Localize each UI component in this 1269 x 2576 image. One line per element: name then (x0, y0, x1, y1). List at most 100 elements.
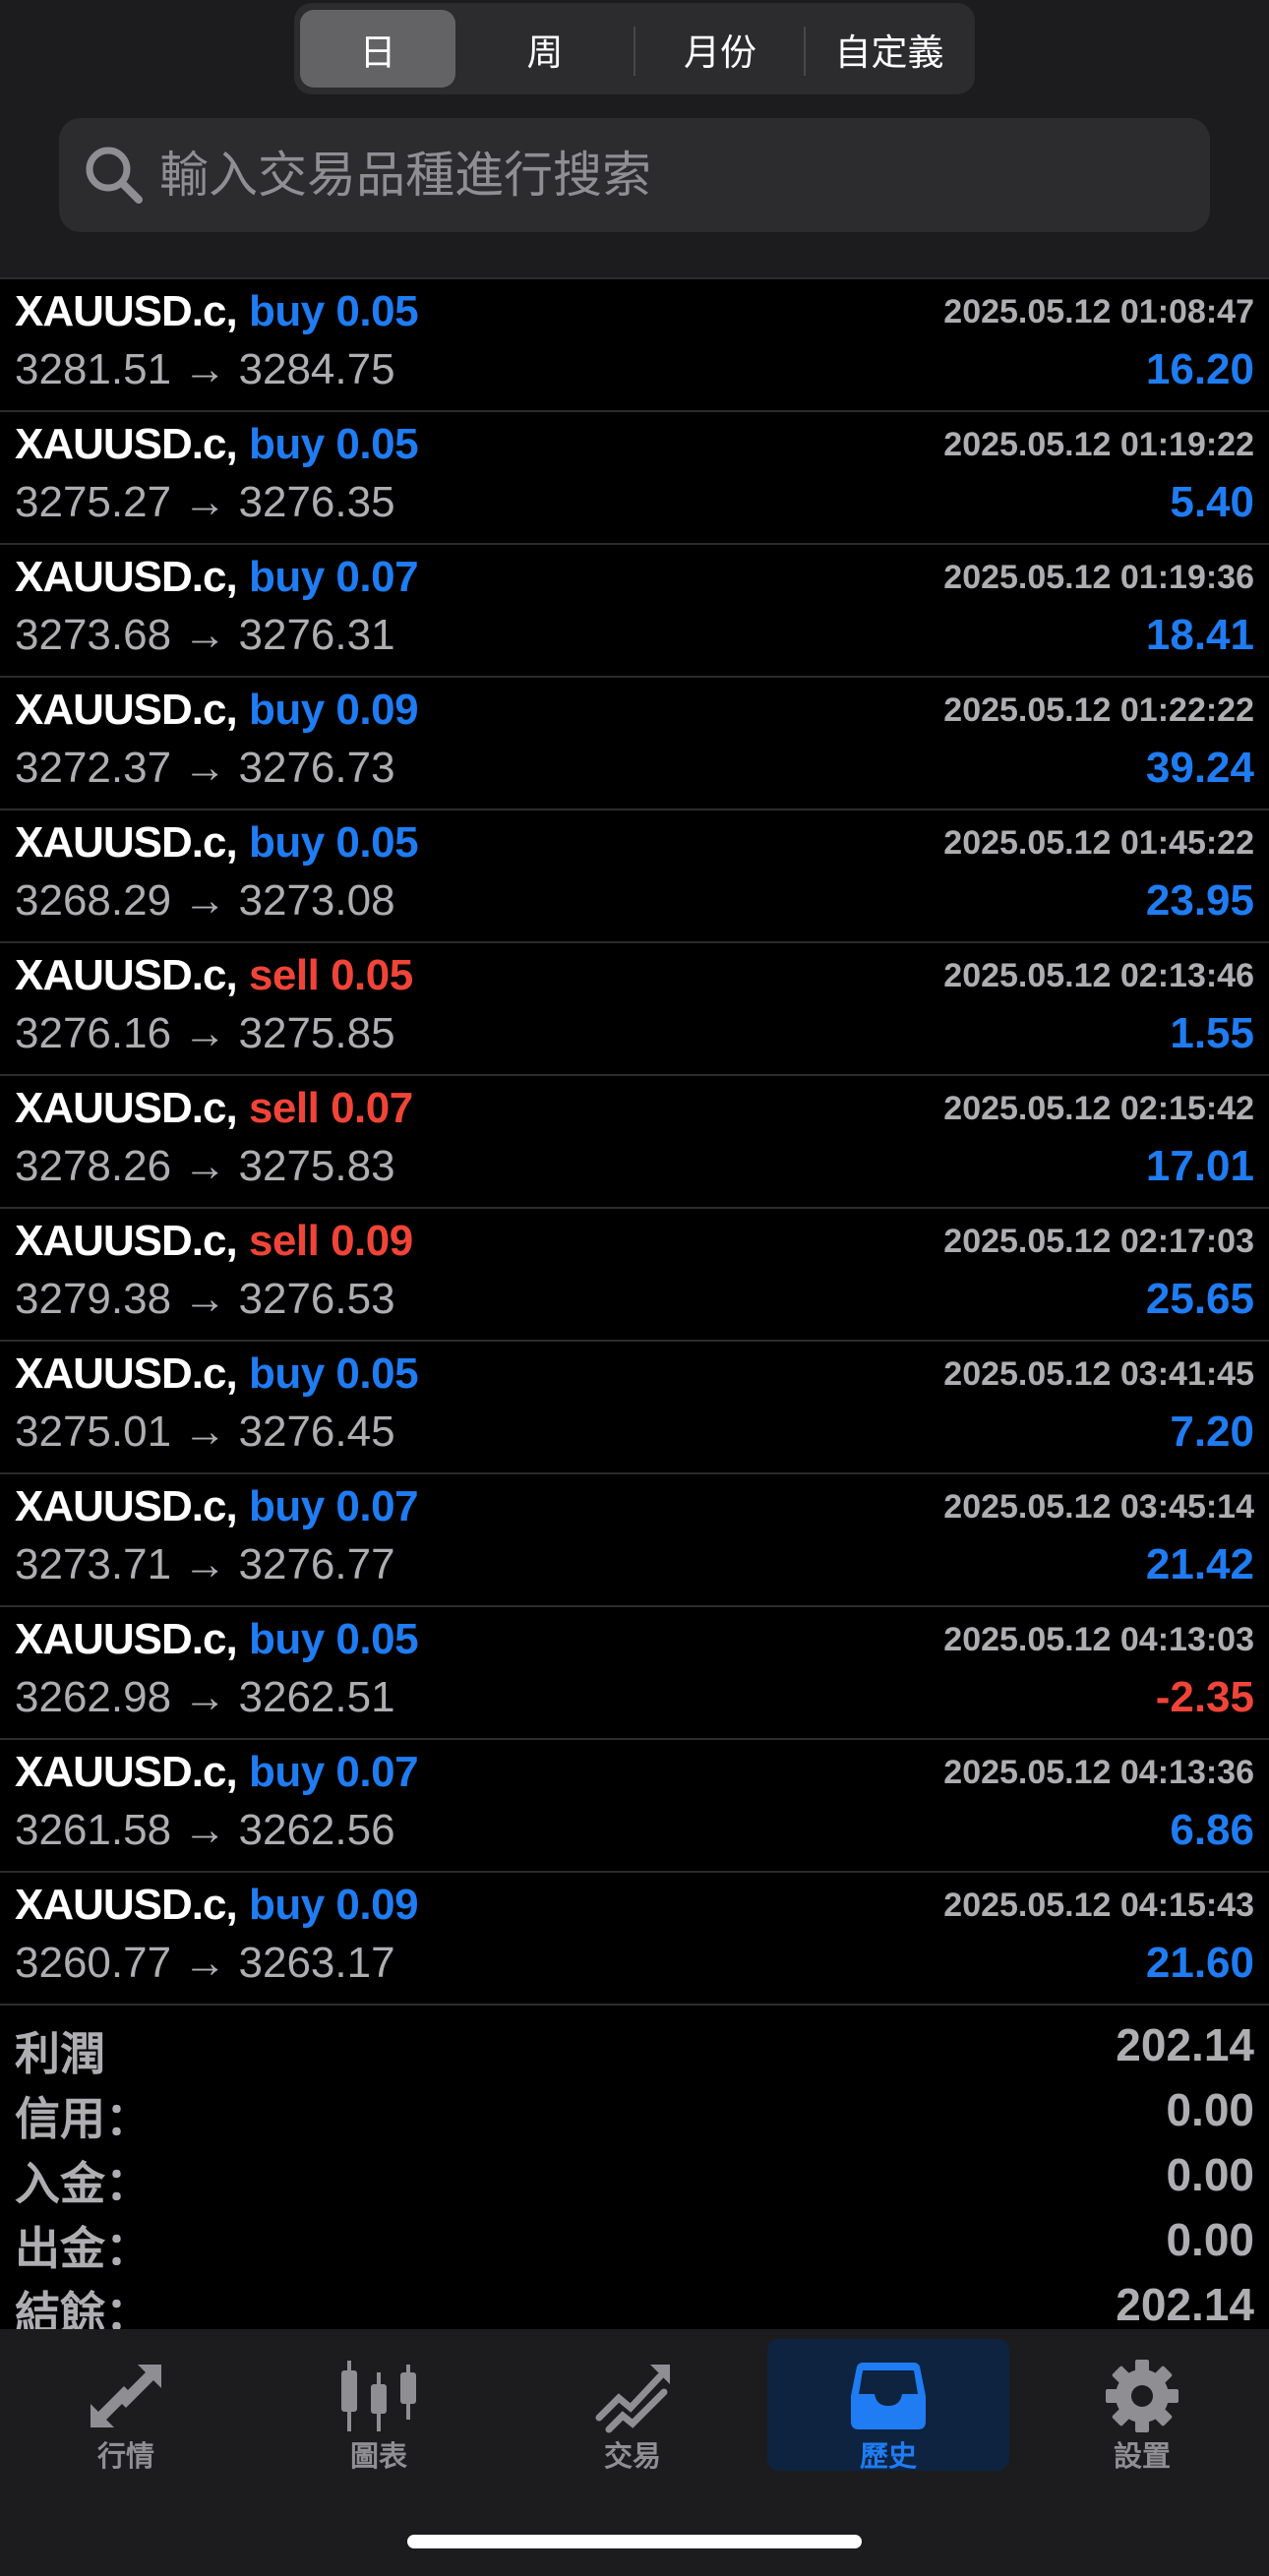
summary-label: 出金： (15, 2223, 151, 2274)
deal-time: 2025.05.12 02:17:03 (943, 1223, 1254, 1260)
deal-row[interactable]: XAUUSD.c, buy 0.07 2025.05.12 03:45:14 327… (0, 1472, 1269, 1605)
deal-row[interactable]: XAUUSD.c, sell 0.05 2025.05.12 02:13:46 32… (0, 941, 1269, 1074)
trade-trend-icon (595, 2365, 670, 2433)
tab-settings[interactable]: 設置 (1021, 2339, 1263, 2473)
deal-title: XAUUSD.c, buy 0.07 (15, 1482, 419, 1531)
deal-title: XAUUSD.c, buy 0.05 (15, 287, 419, 336)
deal-time: 2025.05.12 04:15:43 (943, 1887, 1254, 1924)
deal-time: 2025.05.12 03:41:45 (943, 1355, 1254, 1393)
deal-side-volume: sell 0.05 (248, 951, 413, 999)
deal-side-volume: sell 0.07 (248, 1084, 413, 1132)
deal-profit: 17.01 (1145, 1142, 1254, 1190)
deal-time: 2025.05.12 01:19:36 (943, 559, 1254, 596)
deal-symbol: XAUUSD.c, (15, 1615, 238, 1663)
deal-symbol: XAUUSD.c, (15, 287, 238, 335)
summary-value: 0.00 (1166, 2214, 1254, 2265)
deal-symbol: XAUUSD.c, (15, 1748, 238, 1796)
deal-row[interactable]: XAUUSD.c, sell 0.09 2025.05.12 02:17:03 32… (0, 1207, 1269, 1340)
deal-side-volume: sell 0.09 (248, 1217, 413, 1265)
search-input[interactable]: 輸入交易品種進行搜索 (59, 118, 1210, 232)
deal-profit: 7.20 (1170, 1408, 1254, 1456)
summary-label: 信用： (15, 2093, 151, 2144)
deal-row[interactable]: XAUUSD.c, buy 0.05 2025.05.12 04:13:03 326… (0, 1605, 1269, 1738)
deal-prices: 3261.58 → 3262.56 (15, 1806, 395, 1854)
deal-title: XAUUSD.c, buy 0.05 (15, 1349, 419, 1399)
deal-side-volume: buy 0.07 (248, 1748, 419, 1796)
tab-label-quotes: 行情 (96, 2441, 154, 2473)
summary-row: 利潤 202.14 (0, 2018, 1269, 2083)
deal-title: XAUUSD.c, buy 0.05 (15, 1615, 419, 1664)
deal-row[interactable]: XAUUSD.c, buy 0.07 2025.05.12 04:13:36 326… (0, 1738, 1269, 1871)
segment-divider (634, 27, 635, 76)
deal-symbol: XAUUSD.c, (15, 1349, 238, 1398)
deal-time: 2025.05.12 01:08:47 (943, 293, 1254, 330)
deal-side-volume: buy 0.05 (248, 1615, 419, 1663)
deal-prices: 3281.51 → 3284.75 (15, 345, 395, 393)
deal-prices: 3273.71 → 3276.77 (15, 1540, 395, 1588)
segment-divider (804, 27, 806, 76)
segment-month[interactable]: 月份 (638, 10, 802, 88)
deal-profit: 21.60 (1145, 1939, 1254, 1987)
home-indicator (407, 2535, 862, 2548)
search-icon (86, 147, 143, 204)
summary-label: 入金： (15, 2158, 151, 2209)
top-toolbar: 日 周 月份 自定義 輸入交易品種進行搜索 (0, 0, 1269, 277)
deal-side-volume: buy 0.05 (248, 818, 419, 867)
deal-time: 2025.05.12 03:45:14 (943, 1488, 1254, 1526)
deal-profit: 5.40 (1170, 478, 1254, 526)
deal-time: 2025.05.12 01:19:22 (943, 426, 1254, 463)
tab-label-charts: 圖表 (349, 2441, 407, 2473)
deal-row[interactable]: XAUUSD.c, buy 0.05 2025.05.12 01:45:22 326… (0, 809, 1269, 941)
history-inbox-icon (851, 2363, 926, 2429)
deal-title: XAUUSD.c, buy 0.07 (15, 553, 419, 602)
tab-trade[interactable]: 交易 (512, 2339, 754, 2473)
deal-time: 2025.05.12 02:15:42 (943, 1090, 1254, 1127)
deal-prices: 3273.68 → 3276.31 (15, 611, 395, 659)
deal-side-volume: buy 0.07 (248, 553, 419, 601)
deal-row[interactable]: XAUUSD.c, buy 0.05 2025.05.12 01:19:22 327… (0, 410, 1269, 543)
deal-row[interactable]: XAUUSD.c, buy 0.05 2025.05.12 03:41:45 327… (0, 1340, 1269, 1472)
deal-prices: 3276.16 → 3275.85 (15, 1009, 395, 1057)
deal-time: 2025.05.12 02:13:46 (943, 957, 1254, 994)
deal-profit: -2.35 (1155, 1673, 1254, 1721)
deal-symbol: XAUUSD.c, (15, 951, 238, 999)
gear-icon (1106, 2360, 1178, 2432)
deal-profit: 39.24 (1145, 744, 1254, 792)
tab-label-trade: 交易 (603, 2441, 661, 2473)
summary-value: 202.14 (1116, 2019, 1254, 2070)
bottom-tab-bar: 行情 圖表 交易 歷史 設置 (0, 2329, 1269, 2576)
deal-symbol: XAUUSD.c, (15, 1217, 238, 1265)
deal-row[interactable]: XAUUSD.c, buy 0.05 2025.05.12 01:08:47 328… (0, 277, 1269, 410)
tab-quotes[interactable]: 行情 (5, 2339, 247, 2473)
deal-row[interactable]: XAUUSD.c, buy 0.09 2025.05.12 01:22:22 327… (0, 676, 1269, 809)
deal-symbol: XAUUSD.c, (15, 1084, 238, 1132)
deal-title: XAUUSD.c, buy 0.07 (15, 1748, 419, 1797)
account-summary: 利潤 202.14 信用： 0.00 入金： 0.00 出金： 0.00 結餘： 202.14 (0, 2018, 1269, 2343)
tab-history[interactable]: 歷史 (767, 2339, 1009, 2473)
deal-row[interactable]: XAUUSD.c, buy 0.09 2025.05.12 04:15:43 326… (0, 1871, 1269, 2006)
segment-week[interactable]: 周 (471, 10, 619, 88)
deal-time: 2025.05.12 01:45:22 (943, 824, 1254, 862)
deal-row[interactable]: XAUUSD.c, sell 0.07 2025.05.12 02:15:42 32… (0, 1074, 1269, 1207)
deal-title: XAUUSD.c, buy 0.09 (15, 686, 419, 735)
deal-time: 2025.05.12 01:22:22 (943, 691, 1254, 729)
candlestick-chart-icon (341, 2361, 416, 2431)
deal-side-volume: buy 0.05 (248, 1349, 419, 1398)
segment-custom[interactable]: 自定義 (808, 10, 971, 88)
deal-title: XAUUSD.c, buy 0.05 (15, 420, 419, 469)
deal-side-volume: buy 0.09 (248, 1881, 419, 1929)
segment-day[interactable]: 日 (300, 10, 455, 88)
deal-row[interactable]: XAUUSD.c, buy 0.07 2025.05.12 01:19:36 327… (0, 543, 1269, 676)
tab-label-history: 歷史 (859, 2441, 917, 2473)
deal-symbol: XAUUSD.c, (15, 686, 238, 734)
deal-title: XAUUSD.c, sell 0.09 (15, 1217, 413, 1266)
summary-label: 利潤 (15, 2028, 105, 2079)
tab-charts[interactable]: 圖表 (258, 2339, 500, 2473)
deal-title: XAUUSD.c, buy 0.05 (15, 818, 419, 868)
deal-prices: 3279.38 → 3276.53 (15, 1275, 395, 1323)
deal-time: 2025.05.12 04:13:03 (943, 1621, 1254, 1658)
deal-profit: 18.41 (1145, 611, 1254, 659)
deal-profit: 16.20 (1145, 345, 1254, 393)
deal-side-volume: buy 0.05 (248, 287, 419, 335)
deal-profit: 25.65 (1145, 1275, 1254, 1323)
